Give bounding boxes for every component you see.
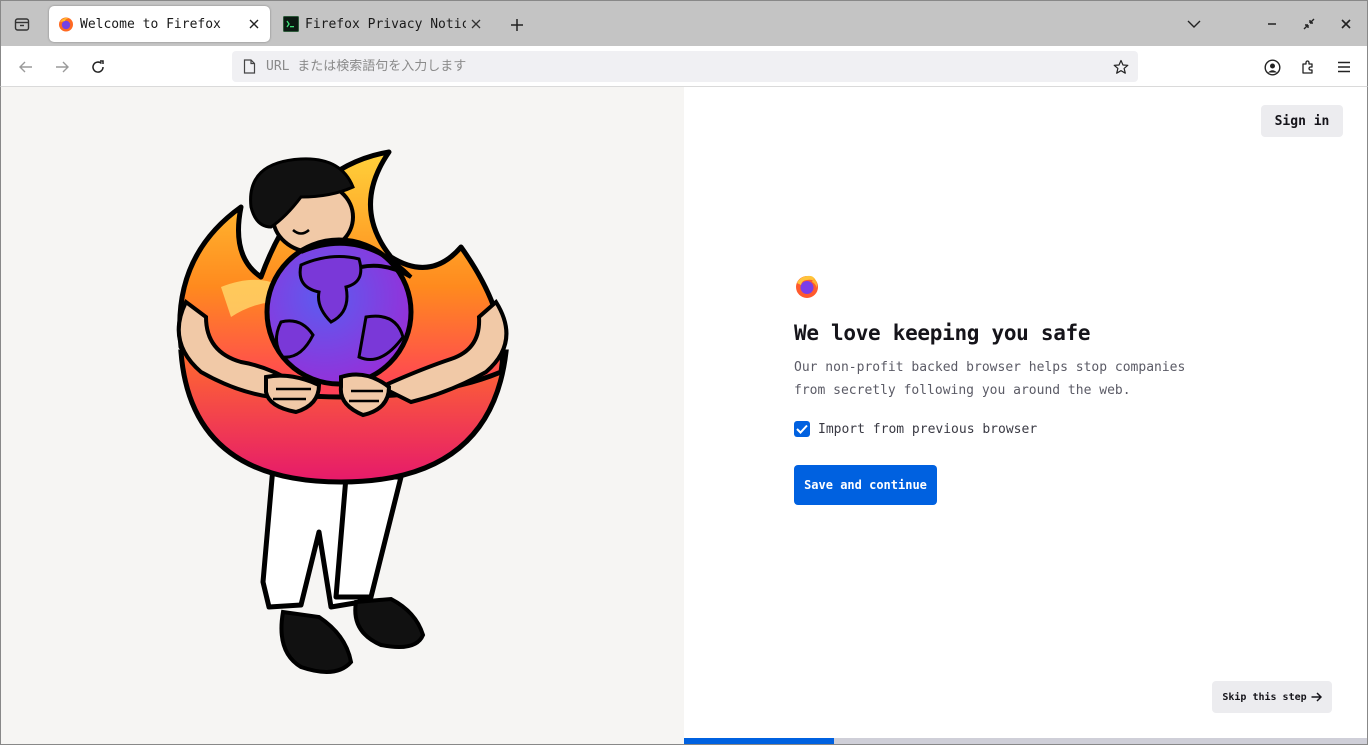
forward-button[interactable] — [49, 54, 75, 80]
page-title: We love keeping you safe — [794, 321, 1091, 345]
minimize-icon — [1268, 23, 1276, 25]
arrow-right-icon — [1311, 692, 1322, 702]
skip-step-button[interactable]: Skip this step — [1212, 681, 1332, 713]
firefox-logo-icon — [796, 275, 818, 298]
reload-button[interactable] — [85, 54, 111, 80]
import-checkbox[interactable] — [794, 421, 810, 437]
minimize-button[interactable] — [1260, 12, 1284, 36]
firefox-view-icon — [14, 18, 30, 31]
sign-in-button[interactable]: Sign in — [1261, 105, 1343, 137]
terminal-icon — [283, 16, 299, 32]
tab-title: Firefox Privacy Notice — — [305, 16, 466, 32]
app-menu-button[interactable] — [1331, 54, 1357, 80]
reload-icon — [92, 60, 104, 73]
firefox-view-button[interactable] — [9, 11, 35, 37]
navigation-toolbar — [0, 46, 1368, 87]
hamburger-menu-icon — [1338, 61, 1350, 73]
close-icon — [1341, 19, 1351, 29]
chevron-down-icon — [1187, 20, 1201, 28]
close-window-button[interactable] — [1334, 12, 1358, 36]
close-tab-icon[interactable] — [466, 14, 486, 34]
new-tab-button[interactable] — [505, 13, 529, 37]
tab-privacy-notice[interactable]: Firefox Privacy Notice — — [274, 6, 492, 42]
subtitle-line: from secretly following you around the w… — [794, 383, 1131, 398]
account-icon — [1263, 58, 1281, 76]
bookmark-star-icon[interactable] — [1111, 57, 1131, 77]
skip-label: Skip this step — [1222, 691, 1307, 703]
import-option[interactable]: Import from previous browser — [794, 421, 1214, 437]
url-bar[interactable] — [232, 51, 1138, 82]
import-label: Import from previous browser — [818, 421, 1038, 437]
page-icon — [241, 59, 257, 75]
tab-title: Welcome to Firefox — [80, 16, 221, 32]
page-subtitle: Our non-profit backed browser helps stop… — [794, 356, 1214, 402]
arrow-right-icon — [56, 61, 69, 73]
firefox-icon — [59, 17, 73, 32]
extensions-button[interactable] — [1295, 54, 1321, 80]
restore-icon — [1303, 18, 1315, 30]
onboarding-progress-bar — [684, 738, 1367, 744]
account-button[interactable] — [1259, 54, 1285, 80]
tab-strip: Welcome to Firefox Firefox Privacy Notic… — [0, 0, 1368, 46]
person-hugging-firefox-illustration — [176, 149, 509, 674]
restore-button[interactable] — [1297, 12, 1321, 36]
save-and-continue-button[interactable]: Save and continue — [794, 465, 937, 505]
url-input[interactable] — [266, 59, 1111, 74]
puzzle-icon — [1302, 60, 1313, 74]
plus-icon — [511, 19, 523, 31]
back-button[interactable] — [13, 54, 39, 80]
subtitle-line: Our non-profit backed browser helps stop… — [794, 360, 1186, 375]
welcome-content: We love keeping you safe Our non-profit … — [794, 273, 1214, 505]
checkmark-icon — [796, 424, 808, 434]
list-all-tabs-button[interactable] — [1182, 12, 1206, 36]
tab-welcome[interactable]: Welcome to Firefox — [49, 6, 270, 42]
arrow-left-icon — [19, 61, 32, 73]
close-tab-icon[interactable] — [244, 14, 264, 34]
illustration-panel — [0, 87, 684, 745]
welcome-content-panel: Sign in We love keeping you safe Our non… — [684, 87, 1368, 745]
progress-fill — [684, 738, 835, 744]
